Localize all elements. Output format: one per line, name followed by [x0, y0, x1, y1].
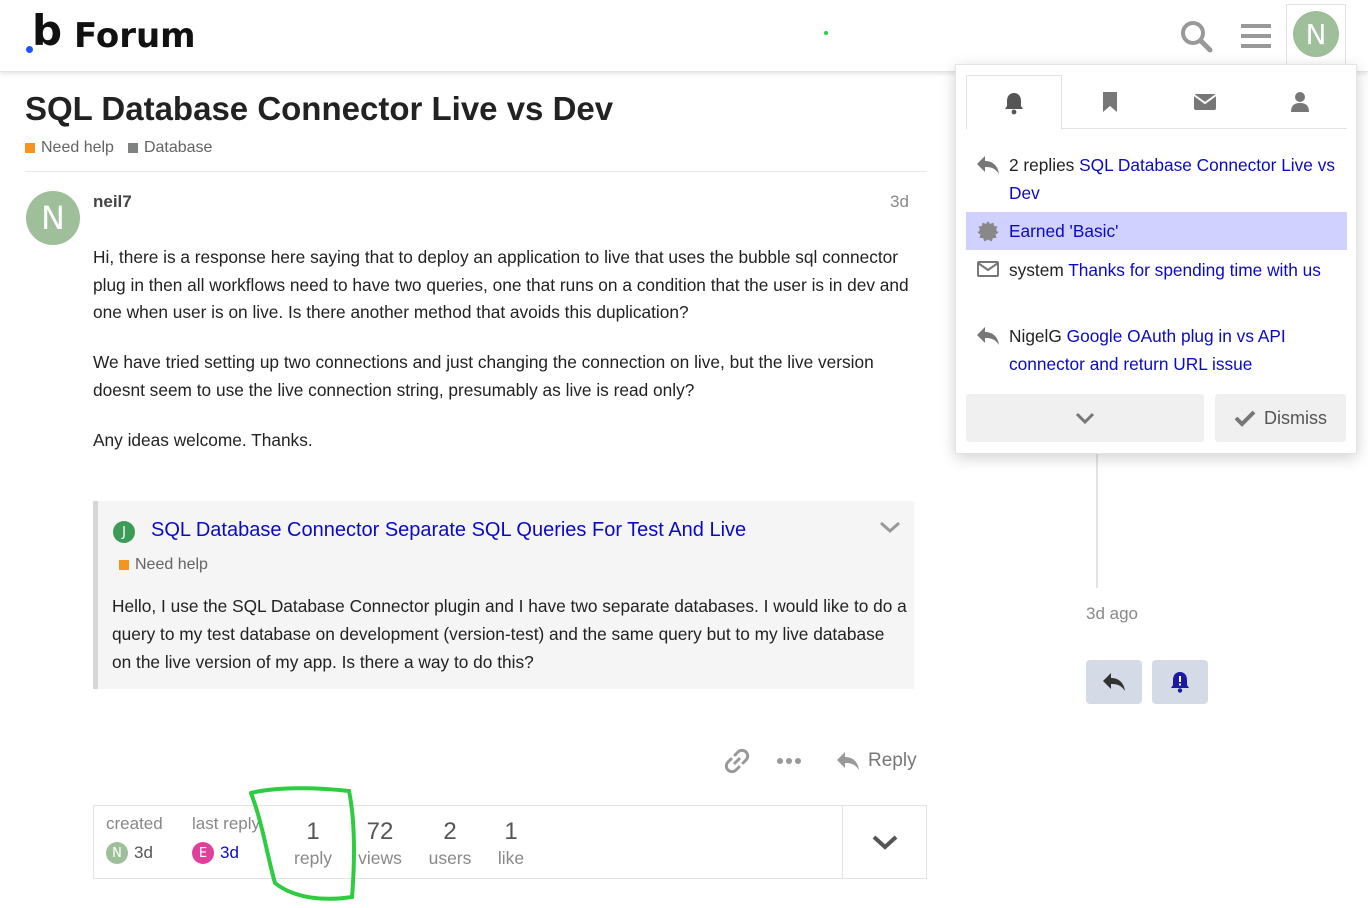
post-date[interactable]: 3d	[890, 192, 909, 212]
created-block: created N 3d	[106, 814, 163, 864]
category-label: Need help	[41, 139, 114, 156]
hamburger-menu-icon[interactable]	[1236, 16, 1276, 56]
user-menu-tabs	[966, 75, 1348, 130]
linked-topic-onebox: J SQL Database Connector Separate SQL Qu…	[93, 501, 914, 689]
category-need-help[interactable]: Need help	[25, 139, 114, 157]
stat-users: 2 users	[425, 818, 475, 869]
timeline-reply-button[interactable]	[1086, 660, 1142, 704]
bell-alert-icon	[1171, 672, 1189, 693]
onebox-category[interactable]: Need help	[119, 556, 208, 574]
timeline-track[interactable]	[1096, 450, 1098, 588]
notification-item[interactable]: NigelG Google OAuth plug in vs API conne…	[966, 322, 1347, 378]
reply-button[interactable]: Reply	[836, 745, 917, 777]
last-reply-time[interactable]: 3d	[220, 843, 239, 863]
site-header: b Forum N	[0, 0, 1368, 72]
created-label: created	[106, 814, 163, 833]
stat-number: 72	[366, 818, 394, 845]
category-color-swatch	[25, 143, 35, 153]
category-database[interactable]: Database	[127, 139, 213, 157]
divider	[25, 171, 927, 172]
onebox-title-link[interactable]: SQL Database Connector Separate SQL Quer…	[151, 519, 746, 542]
stat-views: 72 views	[354, 818, 406, 869]
notification-level-button[interactable]	[1152, 660, 1208, 704]
status-dot	[824, 31, 828, 35]
category-label: Need help	[135, 556, 208, 573]
tab-messages[interactable]	[1157, 75, 1253, 129]
created-time[interactable]: 3d	[134, 843, 153, 863]
notification-link[interactable]: Thanks for spending time with us	[1068, 260, 1321, 280]
reply-icon	[976, 156, 999, 174]
envelope-icon	[976, 261, 999, 277]
onebox-excerpt: Hello, I use the SQL Database Connector …	[112, 596, 907, 672]
stat-label: views	[358, 848, 402, 868]
chevron-down-icon	[872, 835, 898, 850]
notification-link[interactable]: Earned 'Basic'	[1009, 221, 1118, 241]
post-username[interactable]: neil7	[93, 192, 132, 212]
badge-icon	[977, 221, 998, 242]
dismiss-label: Dismiss	[1264, 407, 1327, 428]
category-color-swatch	[127, 143, 138, 153]
avatar[interactable]: N	[106, 842, 128, 864]
topic-map: created N 3d last reply E 3d 1 reply 72 …	[93, 805, 927, 879]
chevron-down-icon	[1075, 412, 1095, 425]
stat-replies: 1 reply	[292, 818, 334, 869]
user-menu-panel: 2 replies SQL Database Connector Live vs…	[955, 64, 1357, 454]
notification-prefix: 2 replies	[1009, 155, 1075, 175]
notification-prefix: system	[1009, 260, 1064, 280]
notification-item[interactable]: Earned 'Basic'	[966, 212, 1347, 250]
notification-prefix: NigelG	[1009, 326, 1062, 346]
user-icon	[1291, 92, 1309, 112]
check-icon	[1234, 410, 1256, 427]
notification-item[interactable]: 2 replies SQL Database Connector Live vs…	[966, 151, 1347, 207]
last-reply-block: last reply E 3d	[192, 814, 260, 864]
dismiss-button[interactable]: Dismiss	[1215, 394, 1346, 442]
bookmark-icon	[1103, 92, 1117, 112]
post-author-avatar[interactable]: N	[26, 191, 80, 245]
reply-label: Reply	[868, 750, 917, 771]
post-paragraph: Any ideas welcome. Thanks.	[93, 429, 313, 450]
post-body: Hi, there is a response here saying that…	[93, 244, 913, 476]
envelope-icon	[1193, 94, 1217, 110]
topic-title[interactable]: SQL Database Connector Live vs Dev	[25, 90, 613, 128]
show-more-notifications-button[interactable]	[966, 394, 1204, 442]
chevron-down-icon[interactable]	[878, 517, 902, 537]
more-options-icon[interactable]	[776, 745, 806, 777]
logo-text: Forum	[74, 16, 196, 56]
last-reply-label: last reply	[192, 814, 261, 833]
reply-icon	[1103, 673, 1125, 691]
tab-profile[interactable]	[1252, 75, 1348, 129]
reply-icon	[837, 752, 859, 770]
avatar[interactable]: E	[192, 842, 214, 864]
category-label: Database	[143, 139, 213, 156]
bell-icon	[1005, 92, 1023, 114]
timeline-date: 3d ago	[1086, 604, 1138, 623]
stat-number: 1	[504, 818, 518, 845]
tab-bookmarks[interactable]	[1062, 75, 1158, 129]
site-logo[interactable]: b Forum	[26, 10, 196, 60]
stat-likes: 1 like	[494, 818, 528, 869]
stat-label: users	[428, 848, 472, 868]
post-paragraph: Hi, there is a response here saying that…	[93, 247, 909, 323]
stat-label: reply	[294, 848, 332, 868]
tab-notifications[interactable]	[966, 75, 1062, 130]
link-icon[interactable]	[724, 745, 752, 777]
user-menu-button[interactable]: N	[1286, 4, 1346, 68]
onebox-avatar: J	[113, 521, 135, 543]
stat-label: like	[497, 848, 525, 868]
reply-icon	[976, 327, 999, 345]
expand-topic-map-button[interactable]	[842, 806, 927, 878]
stat-number: 2	[443, 818, 457, 845]
notification-item[interactable]: system Thanks for spending time with us	[966, 256, 1347, 284]
post-paragraph: We have tried setting up two connections…	[93, 352, 874, 400]
bubble-logo-icon: b	[26, 10, 64, 56]
topic-categories: Need help Database	[25, 139, 212, 157]
category-color-swatch	[119, 560, 129, 570]
stat-number: 1	[306, 818, 320, 845]
avatar: N	[1293, 11, 1339, 57]
search-icon[interactable]	[1176, 16, 1216, 56]
